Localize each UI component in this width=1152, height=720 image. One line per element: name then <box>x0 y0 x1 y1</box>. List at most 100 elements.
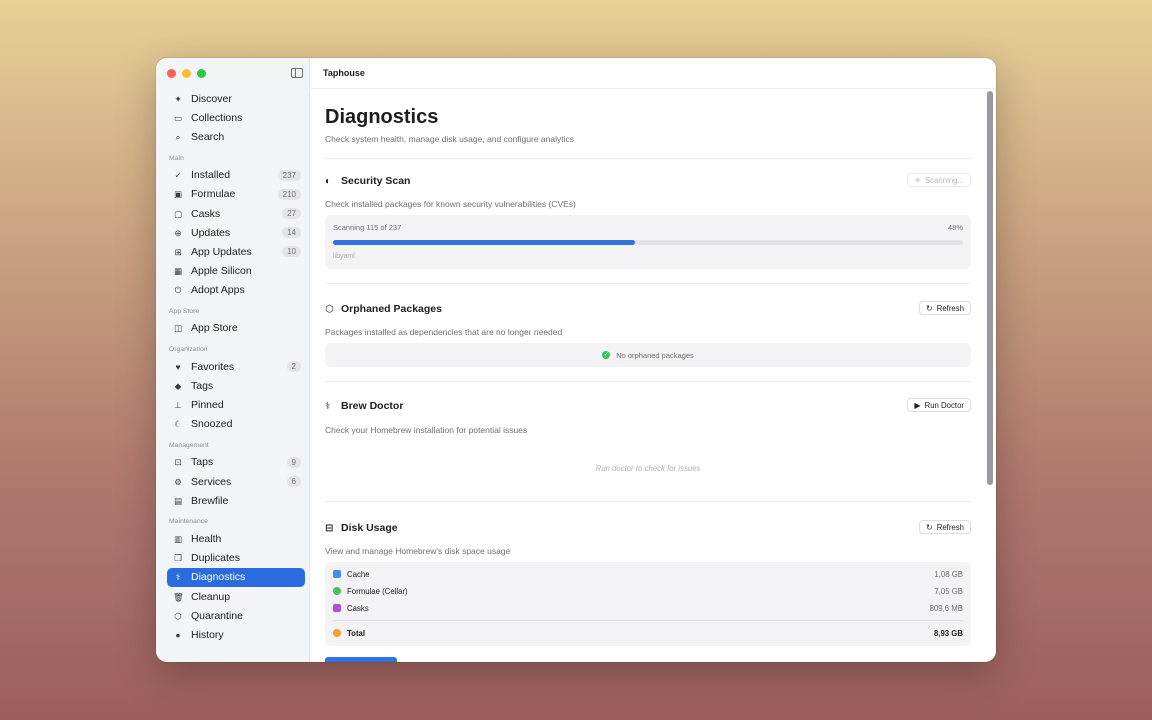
count-badge: 10 <box>282 246 301 258</box>
run-doctor-button[interactable]: ▶ Run Doctor <box>907 398 971 412</box>
doctor-placeholder: Run doctor to check for issues <box>595 464 701 473</box>
count-badge: 237 <box>277 169 301 181</box>
tag-icon: ◆ <box>174 380 182 391</box>
sidebar-toggle-icon[interactable] <box>291 68 303 78</box>
count-badge: 6 <box>286 476 301 488</box>
sidebar-item-brewfile[interactable]: ▤ Brewfile <box>167 491 305 510</box>
bag-icon: ◫ <box>173 323 183 334</box>
moon-icon: ☾ <box>174 419 182 430</box>
sidebar-item-adopt-apps[interactable]: ⏻ Adopt Apps <box>167 281 305 300</box>
section-label-maintenance: Maintenance <box>169 518 208 526</box>
divider <box>325 381 971 382</box>
divider <box>325 283 971 284</box>
sidebar-item-label: Discover <box>191 92 232 105</box>
orphaned-description: Packages installed as dependencies that … <box>325 327 563 337</box>
sidebar-item-label: Pinned <box>191 399 224 412</box>
section-label-main: Main <box>169 154 184 162</box>
sidebar-item-label: Tags <box>191 379 214 392</box>
sidebar-item-label: Formulae <box>191 188 236 201</box>
orphaned-status-panel: ✓ No orphaned packages <box>325 343 971 367</box>
refresh-icon: ↻ <box>925 303 933 313</box>
scan-percent-label: 48% <box>947 223 963 232</box>
sidebar-item-search[interactable]: ⌕ Search <box>167 127 305 146</box>
disk-row-value: 809,6 MB <box>929 603 963 613</box>
count-badge: 210 <box>277 188 301 200</box>
count-badge: 9 <box>286 456 301 468</box>
sidebar-item-label: Services <box>191 475 232 488</box>
disk-total-value: 8,93 GB <box>933 628 963 638</box>
section-label-app-store: App Store <box>169 307 200 315</box>
sidebar-item-quarantine[interactable]: ⬡ Quarantine <box>167 606 305 625</box>
disk-description: View and manage Homebrew's disk space us… <box>325 546 511 556</box>
zoom-button[interactable] <box>197 69 206 78</box>
sidebar-item-snoozed[interactable]: ☾ Snoozed <box>167 415 305 434</box>
disk-row-value: 7,05 GB <box>934 586 963 596</box>
clean-cache-button[interactable] <box>325 657 397 662</box>
sidebar-item-formulae[interactable]: ▣ Formulae 210 <box>167 185 305 204</box>
minimize-button[interactable] <box>182 69 191 78</box>
sidebar-item-collections[interactable]: ▭ Collections <box>167 108 305 127</box>
scan-progress-panel: Scanning 115 of 237 48% libyaml <box>325 215 971 269</box>
disk-header: ⊟ Disk Usage <box>325 522 398 534</box>
sidebar-item-label: Diagnostics <box>191 571 246 584</box>
window-title: Taphouse <box>323 68 365 78</box>
sidebar-item-label: Collections <box>191 111 243 124</box>
orphaned-refresh-button[interactable]: ↻ Refresh <box>918 301 971 315</box>
disk-row-cache: Cache 1,08 GB <box>333 566 963 582</box>
disk-row-formulae: Formulae (Cellar) 7,05 GB <box>333 583 963 599</box>
refresh-icon: ↻ <box>925 522 933 532</box>
doctor-title: Brew Doctor <box>341 400 404 412</box>
traffic-lights <box>167 69 206 78</box>
total-icon <box>333 629 341 637</box>
sidebar-item-label: Cleanup <box>191 590 231 603</box>
sidebar-item-label: App Store <box>191 322 238 335</box>
sidebar-item-installed[interactable]: ✓ Installed 237 <box>167 166 305 185</box>
sidebar-item-app-updates[interactable]: ⊞ App Updates 10 <box>167 242 305 261</box>
sidebar-item-label: App Updates <box>191 245 252 258</box>
sidebar-item-pinned[interactable]: ⊥ Pinned <box>167 395 305 414</box>
sparkle-icon: ✦ <box>174 93 182 104</box>
duplicate-icon: ❐ <box>174 553 182 564</box>
page-title: Diagnostics <box>325 106 439 128</box>
sidebar-nav: ✦ Discover ▭ Collections ⌕ Search Main ✓ Ins… <box>167 89 305 645</box>
scrollbar[interactable] <box>987 91 993 485</box>
scan-progress-label: Scanning 115 of 237 <box>333 223 402 232</box>
disk-row-total: Total 8,93 GB <box>333 625 963 641</box>
divider <box>325 158 971 159</box>
count-badge: 14 <box>282 227 301 239</box>
scan-progress-fill <box>333 240 636 245</box>
disk-row-casks: Casks 809,6 MB <box>333 600 963 616</box>
check-icon: ✓ <box>602 351 611 359</box>
page-subtitle: Check system health, manage disk usage, … <box>325 134 574 144</box>
disk-refresh-button[interactable]: ↻ Refresh <box>918 520 971 534</box>
sidebar-item-app-store[interactable]: ◫ App Store <box>167 319 305 338</box>
sidebar-item-label: Brewfile <box>191 494 229 507</box>
adopt-icon: ⏻ <box>174 285 182 296</box>
disk-row-label: Formulae (Cellar) <box>347 586 408 596</box>
orphaned-header: ⬡ Orphaned Packages <box>325 303 442 315</box>
window-icon: ▢ <box>173 208 183 219</box>
close-button[interactable] <box>167 69 176 78</box>
sidebar-item-duplicates[interactable]: ❐ Duplicates <box>167 549 305 568</box>
disk-row-value: 1,08 GB <box>934 569 963 579</box>
cask-icon <box>333 604 341 612</box>
sidebar-item-cleanup[interactable]: 🗑︎ Cleanup <box>167 587 305 606</box>
disk-total-divider <box>333 620 963 621</box>
sidebar-item-health[interactable]: ▥ Health <box>167 529 305 548</box>
sidebar-item-history[interactable]: ● History <box>167 625 305 644</box>
sidebar-item-tags[interactable]: ◆ Tags <box>167 376 305 395</box>
sidebar-item-apple-silicon[interactable]: ▦ Apple Silicon <box>167 262 305 281</box>
sidebar-item-discover[interactable]: ✦ Discover <box>167 89 305 108</box>
sidebar-item-taps[interactable]: ⊡ Taps 9 <box>167 453 305 472</box>
sidebar-item-diagnostics[interactable]: ⚕ Diagnostics <box>167 567 305 587</box>
sidebar-item-services[interactable]: ⚙ Services 6 <box>167 472 305 491</box>
app-window: ✦ Discover ▭ Collections ⌕ Search Main ✓ Ins… <box>156 58 996 662</box>
shield-half-icon: ◐ <box>325 175 332 187</box>
sidebar-item-updates[interactable]: ⊕ Updates 14 <box>167 223 305 242</box>
sidebar-item-casks[interactable]: ▢ Casks 27 <box>167 204 305 223</box>
sidebar-item-label: Search <box>191 130 225 143</box>
scan-current-package: libyaml <box>333 253 355 260</box>
count-badge: 2 <box>286 361 301 373</box>
scanning-button[interactable]: ✳ Scanning... <box>907 173 971 187</box>
sidebar-item-favorites[interactable]: ♥ Favorites 2 <box>167 357 305 376</box>
